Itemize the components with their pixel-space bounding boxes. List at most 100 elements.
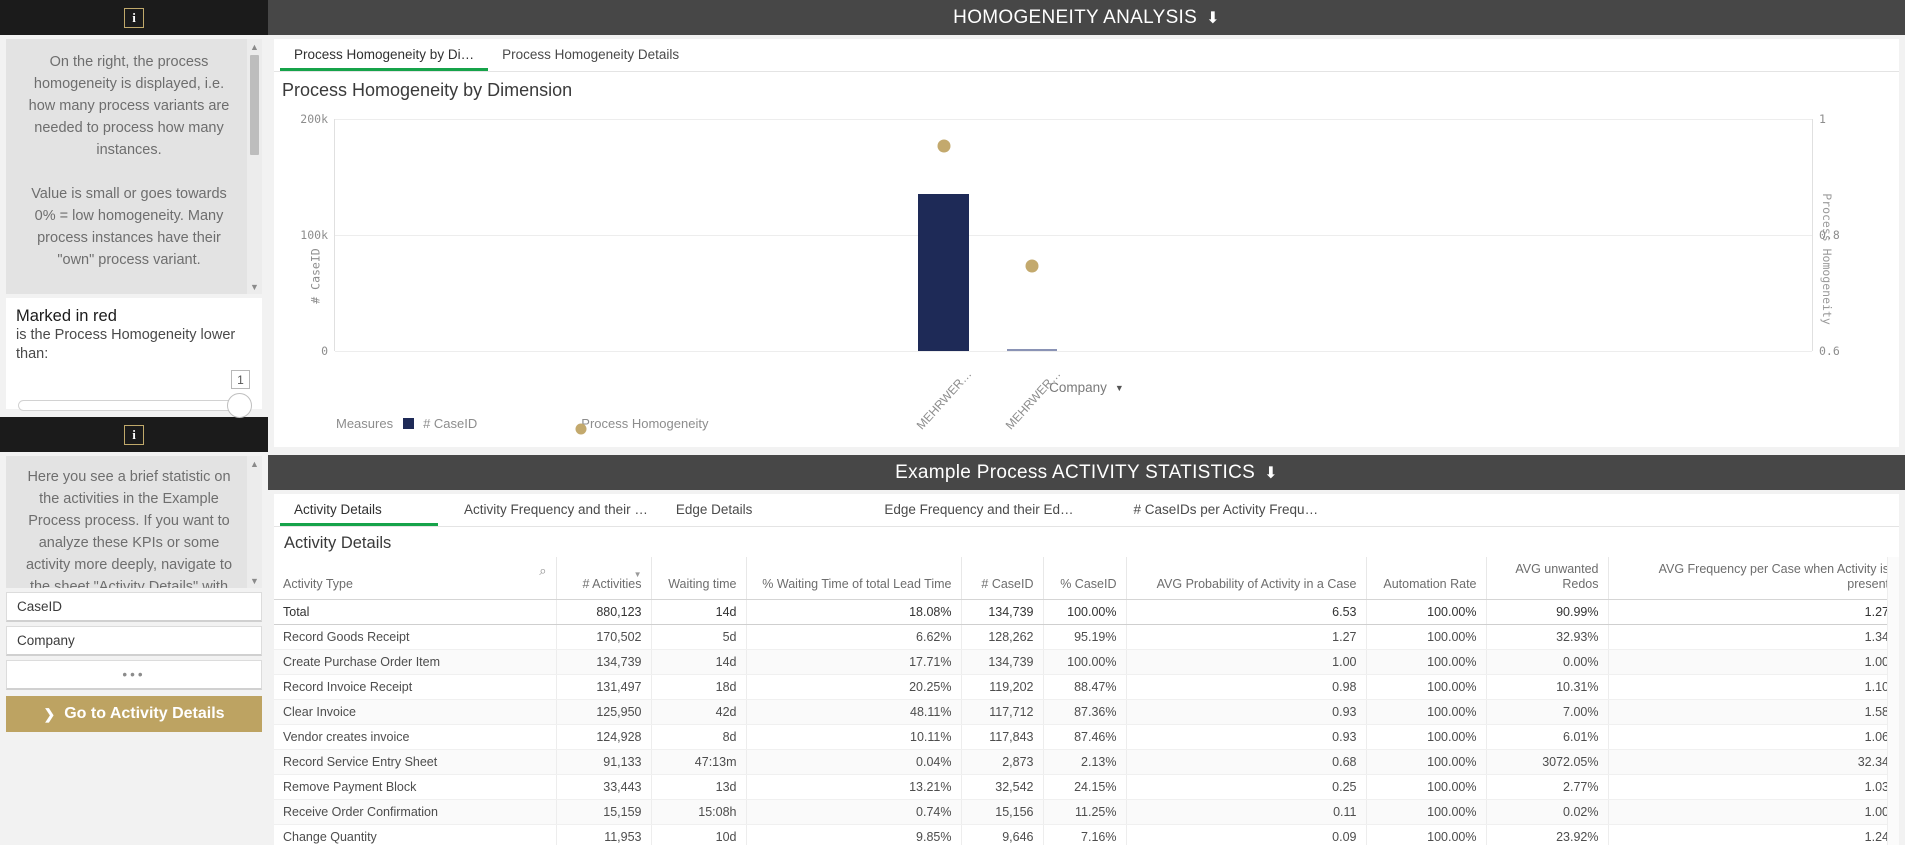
table-row[interactable]: Change Quantity 11,953 10d 9.85% 9,646 7.16% 0… [274,824,1899,845]
col-avg-probability[interactable]: AVG Probability of Activity in a Case [1126,557,1367,600]
legend-swatch-homogeneity [575,423,587,435]
scroll-up-icon[interactable]: ▲ [247,40,262,53]
cell-value: 0.00% [1486,649,1609,675]
download-icon[interactable]: ⬇ [1206,8,1220,28]
scroll-up-icon-2[interactable]: ▲ [247,457,262,470]
table-row[interactable]: Record Service Entry Sheet 91,133 47:13m 0.… [274,749,1899,775]
dimension-selector[interactable]: Company ▼ [274,380,1899,395]
legend-item-homogeneity[interactable]: Process Homogeneity [575,416,708,435]
cell-value: 6.01% [1486,724,1609,750]
col-waiting-time[interactable]: Waiting time [651,557,747,600]
slider-knob[interactable] [227,393,252,418]
table-row[interactable]: Receive Order Confirmation 15,159 15:08h 0.… [274,799,1899,825]
col-num-activities[interactable]: ▼ # Activities [556,557,652,600]
marked-in-red-title: Marked in red [16,307,117,325]
go-to-activity-details-button[interactable]: ❯ Go to Activity Details [6,696,262,732]
cell-value: 2.13% [1043,749,1127,775]
tab-activity-frequency[interactable]: Activity Frequency and their … [450,493,662,526]
slider-value-label: 1 [231,370,250,389]
cell-value: 125,950 [556,699,652,725]
table-row[interactable]: Remove Payment Block 33,443 13d 13.21% 32,54… [274,774,1899,800]
tab-process-homogeneity-by-dimension[interactable]: Process Homogeneity by Di… [280,38,489,71]
cell-activity-type: Record Service Entry Sheet [274,749,557,775]
table-row[interactable]: Create Purchase Order Item 134,739 14d 17.7… [274,649,1899,675]
cell-value: 24.15% [1043,774,1127,800]
filter-company[interactable]: Company [6,626,262,656]
cell-value: 20.25% [746,674,962,700]
table-row[interactable]: Vendor creates invoice 124,928 8d 10.11% 117… [274,724,1899,750]
legend-item-caseid[interactable]: # CaseID [403,416,477,431]
table-scrollbar[interactable] [1887,557,1899,845]
info-icon[interactable]: i [124,7,144,28]
cell-activity-type: Record Invoice Receipt [274,674,557,700]
col-pct-waiting-time[interactable]: % Waiting Time of total Lead Time [746,557,962,600]
marked-in-red-subtitle: is the Process Homogeneity lower than: [16,327,236,362]
cell-value: 15,159 [556,799,652,825]
go-to-activity-details-label: Go to Activity Details [64,705,225,722]
col-automation-rate[interactable]: Automation Rate [1366,557,1487,600]
tab-edge-details[interactable]: Edge Details [662,493,767,526]
download-icon-2[interactable]: ⬇ [1264,463,1278,483]
dot-homogeneity-1[interactable] [937,139,951,153]
legend-measures-label: Measures [336,416,394,431]
info-icon-2[interactable]: i [124,424,144,445]
tab-edge-frequency[interactable]: Edge Frequency and their Ed… [870,493,1087,526]
dimension-selector-label: Company [1049,380,1107,395]
cell-activity-type: Record Goods Receipt [274,624,557,650]
scroll-down-icon[interactable]: ▼ [247,280,262,293]
col-activity-type[interactable]: Activity Type ⌕ [274,557,557,600]
cell-value: 88.47% [1043,674,1127,700]
info-panel-activity-scrollbar[interactable]: ▲ ▼ [247,456,262,588]
cell-value: 0.68 [1126,749,1367,775]
activity-statistics-title: Example Process ACTIVITY STATISTICS [895,461,1256,483]
cell-value: 0.93 [1126,724,1367,750]
table-row[interactable]: Total 880,123 14d 18.08% 134,739 100.00% 6.53 1… [274,599,1899,625]
col-avg-unwanted-redos[interactable]: AVG unwanted Redos [1486,557,1609,600]
col-num-activities-label: # Activities [582,577,642,591]
bar-mehrwer-1[interactable] [918,194,969,351]
col-avg-frequency-per-case[interactable]: AVG Frequency per Case when Activity is … [1608,557,1899,600]
cell-value: 124,928 [556,724,652,750]
col-pct-caseid[interactable]: % CaseID [1043,557,1127,600]
scroll-down-icon-2[interactable]: ▼ [247,574,262,587]
table-row[interactable]: Record Goods Receipt 170,502 5d 6.62% 128,26… [274,624,1899,650]
cell-value: 23.92% [1486,824,1609,845]
bar-mehrwer-2[interactable] [1007,349,1058,351]
tab-process-homogeneity-details[interactable]: Process Homogeneity Details [488,38,693,71]
cell-value: 1.27 [1126,624,1367,650]
cell-value: 2,873 [961,749,1044,775]
tab-caseids-per-activity[interactable]: # CaseIDs per Activity Frequ… [1120,493,1333,526]
y2tick-1: 1 [1819,112,1826,126]
filter-more[interactable]: ••• [6,660,262,690]
cell-value: 32,542 [961,774,1044,800]
filter-caseid[interactable]: CaseID [6,592,262,622]
info-header-2: i [0,417,268,452]
cell-value: 100.00% [1366,774,1487,800]
table-row[interactable]: Clear Invoice 125,950 42d 48.11% 117,712 87.3… [274,699,1899,725]
cell-value: 1.03 [1608,774,1899,800]
cell-value: 15,156 [961,799,1044,825]
cell-value: 15:08h [651,799,747,825]
cell-value: 100.00% [1366,699,1487,725]
search-icon[interactable]: ⌕ [539,563,546,578]
chevron-down-icon: ▼ [1114,382,1124,393]
marked-in-red-box: Marked in red is the Process Homogeneity… [6,298,262,418]
info-panel-scrollbar[interactable]: ▲ ▼ [247,39,262,294]
chevron-right-icon: ❯ [43,705,56,722]
cell-value: 100.00% [1366,749,1487,775]
cell-value: 91,133 [556,749,652,775]
col-num-caseid[interactable]: # CaseID [961,557,1044,600]
cell-value: 100.00% [1043,599,1127,625]
cell-value: 1.58 [1608,699,1899,725]
chart-legend: Measures # CaseID Process Homogeneity [274,416,1899,435]
cell-value: 6.53 [1126,599,1367,625]
tab-activity-details[interactable]: Activity Details [280,493,438,526]
dot-homogeneity-2[interactable] [1025,259,1039,273]
scroll-thumb[interactable] [250,55,259,155]
slider-track[interactable] [18,400,250,411]
filter-company-label: Company [17,633,75,648]
cell-value: 1.00 [1126,649,1367,675]
info-panel-homogeneity-text: On the right, the process homogeneity is… [28,54,230,268]
table-row[interactable]: Record Invoice Receipt 131,497 18d 20.25% 11… [274,674,1899,700]
more-icon: ••• [122,667,146,682]
